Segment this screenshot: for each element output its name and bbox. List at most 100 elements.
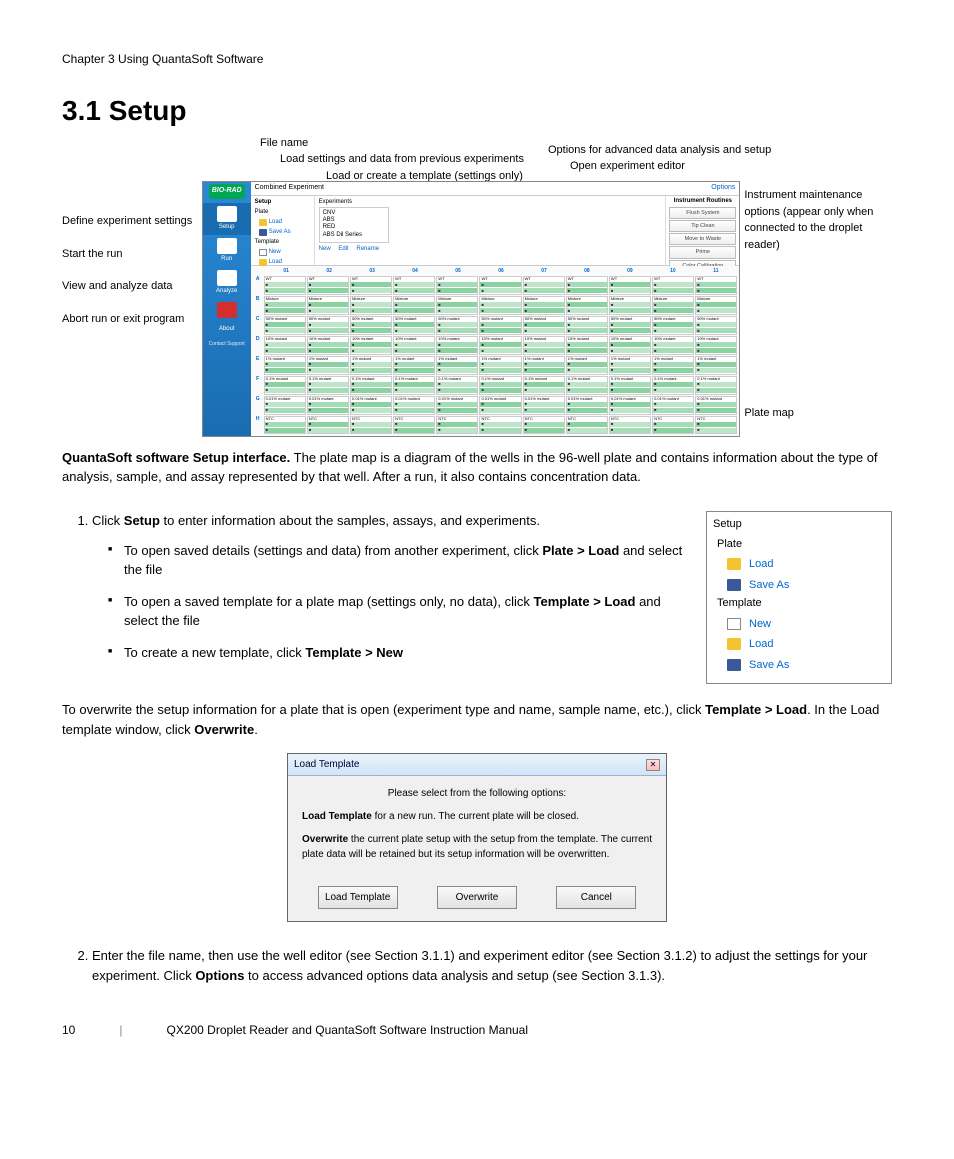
well[interactable]: 0.01% mutant■■ — [307, 396, 349, 415]
well[interactable]: 0.01% mutant■■ — [479, 396, 521, 415]
well[interactable]: 0.1% mutant■■ — [307, 376, 349, 395]
well[interactable]: 0.1% mutant■■ — [393, 376, 435, 395]
nav-about[interactable]: About — [203, 322, 251, 337]
well[interactable]: 0.01% mutant■■ — [609, 396, 651, 415]
well[interactable]: 0.1% mutant■■ — [350, 376, 392, 395]
well[interactable]: 1% mutant■■ — [307, 356, 349, 375]
well[interactable]: 10% mutant■■ — [652, 336, 694, 355]
nav-run[interactable]: Run — [203, 235, 251, 267]
well[interactable]: NTC■■ — [350, 416, 392, 435]
well[interactable]: 50% mutant■■ — [307, 316, 349, 335]
well[interactable]: 50% mutant■■ — [609, 316, 651, 335]
well[interactable]: WT■■ — [609, 276, 651, 295]
well[interactable]: 50% mutant■■ — [479, 316, 521, 335]
well[interactable]: Mixture■■ — [695, 296, 737, 315]
well[interactable]: 0.1% mutant■■ — [436, 376, 478, 395]
well[interactable]: 50% mutant■■ — [350, 316, 392, 335]
panel-plate-load[interactable]: Load — [713, 554, 885, 575]
plate-saveas[interactable]: Save As — [259, 228, 310, 237]
well[interactable]: NTC■■ — [695, 416, 737, 435]
titlebar-options[interactable]: Options — [711, 183, 735, 194]
experiments-list[interactable]: CNV ABS RED ABS Dil Series — [319, 207, 389, 243]
well[interactable]: Mixture■■ — [264, 296, 306, 315]
well[interactable]: WT■■ — [350, 276, 392, 295]
template-new[interactable]: New — [259, 248, 310, 257]
nav-setup[interactable]: Setup — [203, 203, 251, 235]
exp-rename[interactable]: Rename — [356, 246, 379, 252]
well[interactable]: Mixture■■ — [609, 296, 651, 315]
well[interactable]: 10% mutant■■ — [479, 336, 521, 355]
well[interactable]: NTC■■ — [523, 416, 565, 435]
well[interactable]: 1% mutant■■ — [609, 356, 651, 375]
well[interactable]: 1% mutant■■ — [566, 356, 608, 375]
well[interactable]: 1% mutant■■ — [479, 356, 521, 375]
well[interactable]: 10% mutant■■ — [436, 336, 478, 355]
well[interactable]: 0.1% mutant■■ — [609, 376, 651, 395]
routine-waste[interactable]: Move to Waste — [669, 233, 736, 245]
well[interactable]: 50% mutant■■ — [695, 316, 737, 335]
well[interactable]: 0.1% mutant■■ — [264, 376, 306, 395]
well[interactable]: 0.01% mutant■■ — [523, 396, 565, 415]
well[interactable]: 0.01% mutant■■ — [695, 396, 737, 415]
well[interactable]: 0.01% mutant■■ — [350, 396, 392, 415]
well[interactable]: 0.01% mutant■■ — [393, 396, 435, 415]
well[interactable]: Mixture■■ — [307, 296, 349, 315]
well[interactable]: 10% mutant■■ — [566, 336, 608, 355]
well[interactable]: 10% mutant■■ — [523, 336, 565, 355]
well[interactable]: 0.01% mutant■■ — [652, 396, 694, 415]
well[interactable]: WT■■ — [264, 276, 306, 295]
well[interactable]: Mixture■■ — [436, 296, 478, 315]
well[interactable]: 1% mutant■■ — [523, 356, 565, 375]
well[interactable]: 10% mutant■■ — [264, 336, 306, 355]
well[interactable]: 0.01% mutant■■ — [566, 396, 608, 415]
overwrite-button[interactable]: Overwrite — [437, 886, 517, 909]
well[interactable]: WT■■ — [307, 276, 349, 295]
well[interactable]: NTC■■ — [566, 416, 608, 435]
well[interactable]: NTC■■ — [479, 416, 521, 435]
well[interactable]: Mixture■■ — [479, 296, 521, 315]
well[interactable]: 0.1% mutant■■ — [523, 376, 565, 395]
well[interactable]: 0.01% mutant■■ — [436, 396, 478, 415]
well[interactable]: NTC■■ — [307, 416, 349, 435]
well[interactable]: WT■■ — [393, 276, 435, 295]
well[interactable]: NTC■■ — [436, 416, 478, 435]
panel-template-new[interactable]: New — [713, 614, 885, 635]
well[interactable]: Mixture■■ — [523, 296, 565, 315]
well[interactable]: 50% mutant■■ — [652, 316, 694, 335]
well[interactable]: Mixture■■ — [652, 296, 694, 315]
well[interactable]: NTC■■ — [652, 416, 694, 435]
well[interactable]: 0.01% mutant■■ — [264, 396, 306, 415]
well[interactable]: 1% mutant■■ — [695, 356, 737, 375]
well[interactable]: 10% mutant■■ — [393, 336, 435, 355]
well[interactable]: 0.1% mutant■■ — [695, 376, 737, 395]
well[interactable]: NTC■■ — [393, 416, 435, 435]
well[interactable]: 0.1% mutant■■ — [566, 376, 608, 395]
well[interactable]: 10% mutant■■ — [695, 336, 737, 355]
well[interactable]: 10% mutant■■ — [609, 336, 651, 355]
well[interactable]: WT■■ — [566, 276, 608, 295]
routine-flush[interactable]: Flush System — [669, 207, 736, 219]
well[interactable]: Mixture■■ — [566, 296, 608, 315]
well[interactable]: WT■■ — [479, 276, 521, 295]
nav-analyze[interactable]: Analyze — [203, 267, 251, 299]
cancel-button[interactable]: Cancel — [556, 886, 636, 909]
well[interactable]: 1% mutant■■ — [652, 356, 694, 375]
well[interactable]: 0.1% mutant■■ — [652, 376, 694, 395]
well[interactable]: 10% mutant■■ — [350, 336, 392, 355]
well[interactable]: 50% mutant■■ — [523, 316, 565, 335]
well[interactable]: Mixture■■ — [350, 296, 392, 315]
well[interactable]: 10% mutant■■ — [307, 336, 349, 355]
panel-plate-saveas[interactable]: Save As — [713, 575, 885, 596]
routine-tipclean[interactable]: Tip Clean — [669, 220, 736, 232]
panel-template-load[interactable]: Load — [713, 634, 885, 655]
panel-template-saveas[interactable]: Save As — [713, 655, 885, 676]
well[interactable]: 50% mutant■■ — [393, 316, 435, 335]
well[interactable]: WT■■ — [695, 276, 737, 295]
well[interactable]: WT■■ — [652, 276, 694, 295]
well[interactable]: 1% mutant■■ — [350, 356, 392, 375]
well[interactable]: 1% mutant■■ — [393, 356, 435, 375]
well[interactable]: 50% mutant■■ — [436, 316, 478, 335]
plate-map[interactable]: 0102030405060708091011 AWT■■WT■■WT■■WT■■… — [251, 266, 740, 437]
well[interactable]: 1% mutant■■ — [264, 356, 306, 375]
exp-new[interactable]: New — [319, 246, 331, 252]
